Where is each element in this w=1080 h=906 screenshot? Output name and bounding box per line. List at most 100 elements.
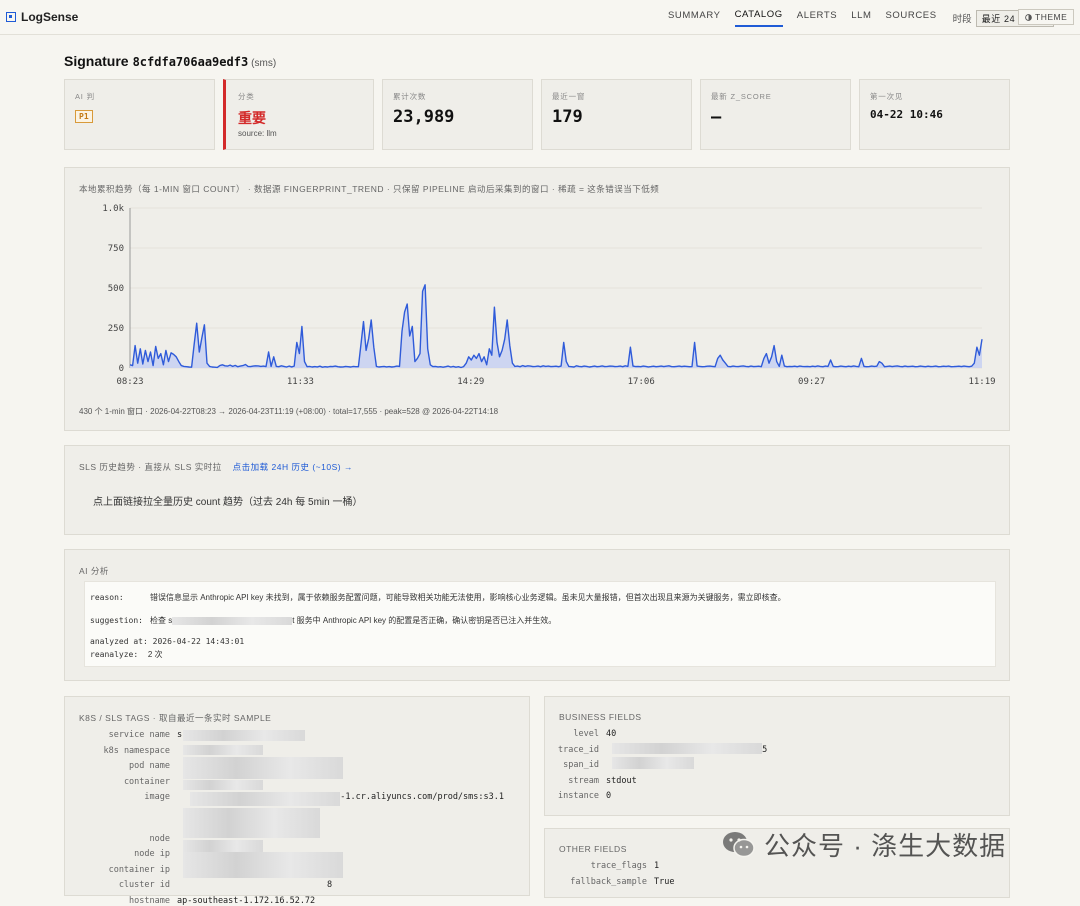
ai-analysis-panel: reason: 错误信息显示 Anthropic API key 未找到，属于依赖… — [84, 581, 996, 667]
watermark: 公众号 · 涤生大数据 — [722, 826, 1006, 863]
sls-title: SLS 历史趋势 · 直接从 SLS 实时拉 — [79, 462, 222, 472]
stat-label: 第一次见 — [870, 92, 904, 101]
trend-footer: 430 个 1-min 窗口 · 2026-04-22T08:23 → 2026… — [79, 407, 499, 416]
x-tick-label: 11:19 — [968, 377, 995, 387]
priority-badge: P1 — [75, 110, 93, 123]
field-row: node — [84, 834, 177, 844]
ai-suggestion-row: suggestion: 检查 s t 服务中 Anthropic API key 的… — [90, 615, 556, 626]
field-value: s — [177, 730, 183, 740]
stat-first-seen: 第一次见 04-22 10:46 — [859, 79, 1010, 150]
field-row: hostname ap-southeast-1.172.16.52.72 — [84, 896, 315, 906]
field-key: fallback_sample — [570, 876, 647, 887]
sls-title-row: SLS 历史趋势 · 直接从 SLS 实时拉 点击加载 24H 历史 (~10S… — [79, 461, 353, 473]
x-tick-label: 17:06 — [628, 377, 655, 387]
stat-label: 分类 — [238, 92, 255, 101]
sls-card — [64, 445, 1010, 535]
field-key: span_id — [563, 760, 599, 770]
field-row: node ip — [84, 849, 177, 859]
tab-summary[interactable]: SUMMARY — [668, 10, 721, 26]
other-title: OTHER FIELDS — [559, 844, 627, 854]
trend-title-sub: · 数据源 FINGERPRINT_TREND · 只保留 PIPELINE 启… — [247, 184, 660, 194]
range-label: 时段 — [952, 14, 972, 25]
field-key: node ip — [134, 849, 170, 859]
tab-llm[interactable]: LLM — [851, 10, 871, 26]
field-value: True — [654, 876, 675, 887]
redacted-block — [183, 745, 263, 755]
tab-alerts[interactable]: ALERTS — [797, 10, 837, 26]
top-bar: LogSense SUMMARY CATALOG ALERTS LLM SOUR… — [0, 0, 1080, 35]
stat-category: 分类 重要 source: llm — [223, 79, 374, 150]
redacted-block — [190, 792, 340, 806]
load-history-link[interactable]: 点击加载 24H 历史 (~10S) → — [233, 462, 353, 472]
field-key: instance — [558, 791, 599, 801]
field-value: ap-southeast-1.172.16.52.72 — [177, 895, 316, 906]
field-value: 0 — [606, 791, 612, 801]
stat-value: 04-22 10:46 — [870, 108, 943, 121]
wechat-icon — [723, 831, 755, 857]
tab-catalog[interactable]: CATALOG — [734, 9, 783, 27]
redacted-block — [183, 852, 343, 878]
stat-total-count: 累计次数 23,989 — [382, 79, 533, 150]
watermark-text: 公众号 · 涤生大数据 — [764, 831, 1007, 861]
redacted-block — [183, 730, 305, 741]
stat-value: 重要 — [238, 110, 266, 126]
ai-reanalyze-row: reanalyze: 2 次 — [90, 649, 162, 660]
stat-label: AI 判 — [75, 92, 95, 101]
brand[interactable]: LogSense — [6, 10, 78, 24]
field-key: container ip — [108, 864, 170, 875]
redacted-block — [183, 757, 343, 779]
field-key: service name — [108, 730, 170, 740]
sls-body: 点上面链接拉全量历史 count 趋势（过去 24h 每 5min 一桶） — [93, 497, 363, 508]
field-key: image — [144, 792, 170, 802]
field-row: container ip — [84, 865, 177, 875]
tab-sources[interactable]: SOURCES — [885, 10, 936, 26]
signature-service: (sms) — [251, 58, 277, 69]
reason-key: reason: — [90, 593, 124, 602]
field-key: trace_flags — [590, 861, 647, 871]
field-row: span_id — [555, 760, 606, 770]
theme-button[interactable]: THEME — [1018, 9, 1075, 25]
stat-source: source: llm — [238, 129, 277, 138]
y-tick-label: 0 — [119, 364, 124, 374]
stat-value: 23,989 — [393, 107, 455, 127]
field-key: level — [573, 729, 599, 739]
series-area — [130, 284, 982, 368]
y-tick-label: 750 — [108, 244, 124, 254]
suggestion-suffix: t 服务中 Anthropic API key 的配置是否正确，确认密钥是否已注… — [292, 616, 557, 625]
field-row: trace_flags 1 — [555, 861, 659, 871]
x-tick-label: 14:29 — [457, 377, 484, 387]
field-row: stream stdout — [555, 776, 636, 786]
redacted-block — [183, 808, 320, 838]
stat-value: – — [711, 107, 722, 127]
field-row: pod name — [84, 761, 177, 771]
redacted-block — [612, 743, 762, 754]
theme-label: THEME — [1035, 12, 1068, 22]
field-key: cluster id — [118, 880, 170, 890]
field-key: node — [149, 833, 170, 844]
field-row: instance 0 — [555, 791, 611, 801]
x-tick-label: 11:33 — [287, 377, 314, 387]
signature-label: Signature — [64, 53, 129, 69]
y-tick-label: 1.0k — [102, 204, 124, 214]
field-row: cluster id 8 — [84, 880, 332, 890]
app-name: LogSense — [21, 10, 79, 24]
field-key: hostname — [129, 895, 170, 906]
stat-label: 累计次数 — [393, 92, 427, 101]
field-row: service name s — [84, 730, 183, 740]
stat-z-score: 最新 Z_SCORE – — [700, 79, 851, 150]
field-value: 8 — [327, 880, 333, 890]
field-key: pod name — [129, 761, 170, 771]
field-key: container — [123, 776, 170, 787]
suggestion-prefix: 检查 s — [150, 616, 173, 625]
field-value: st-1.cr.aliyuncs.com/prod/sms:s3.1 — [330, 792, 504, 802]
redacted-block — [172, 616, 293, 625]
half-circle-icon — [1025, 13, 1032, 21]
page-title: Signature 8cfdfa706aa9edf3 (sms) — [64, 53, 276, 69]
analyzed-key: analyzed at: — [90, 637, 148, 646]
field-value: 40 — [606, 729, 617, 739]
x-tick-label: 09:27 — [798, 377, 825, 387]
ai-title: AI 分析 — [79, 566, 109, 576]
suggestion-key: suggestion: — [90, 616, 143, 625]
trend-title: 本地累积趋势（每 1-MIN 窗口 COUNT） · 数据源 FINGERPRI… — [79, 183, 659, 195]
signature-hash: 8cfdfa706aa9edf3 — [132, 55, 249, 69]
